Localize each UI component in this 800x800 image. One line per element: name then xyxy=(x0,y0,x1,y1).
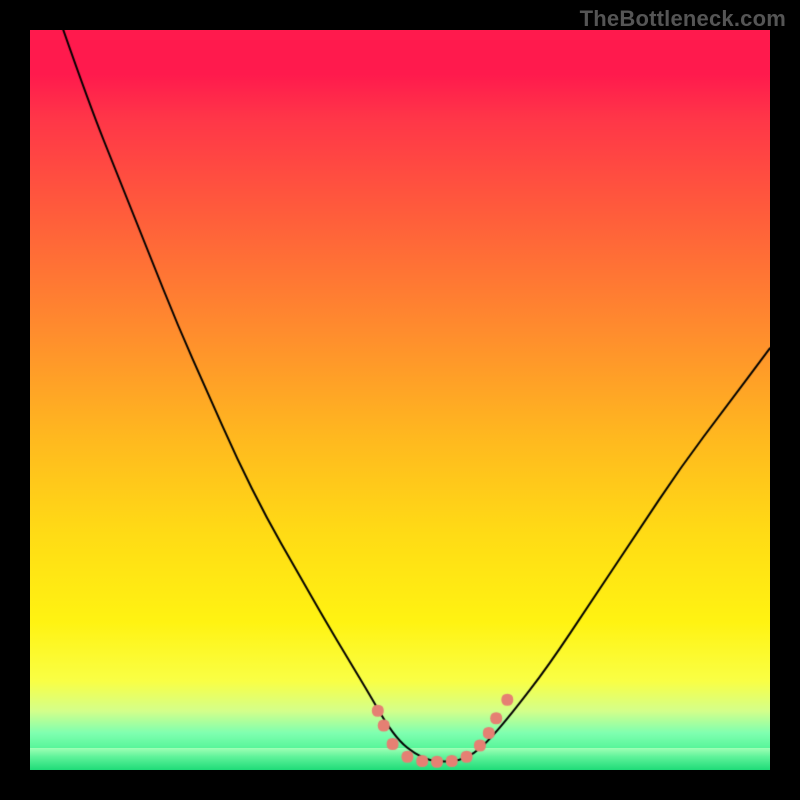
watermark-text: TheBottleneck.com xyxy=(580,6,786,32)
plot-area xyxy=(30,30,770,770)
chart-frame: TheBottleneck.com xyxy=(0,0,800,800)
curve-canvas xyxy=(30,30,770,770)
